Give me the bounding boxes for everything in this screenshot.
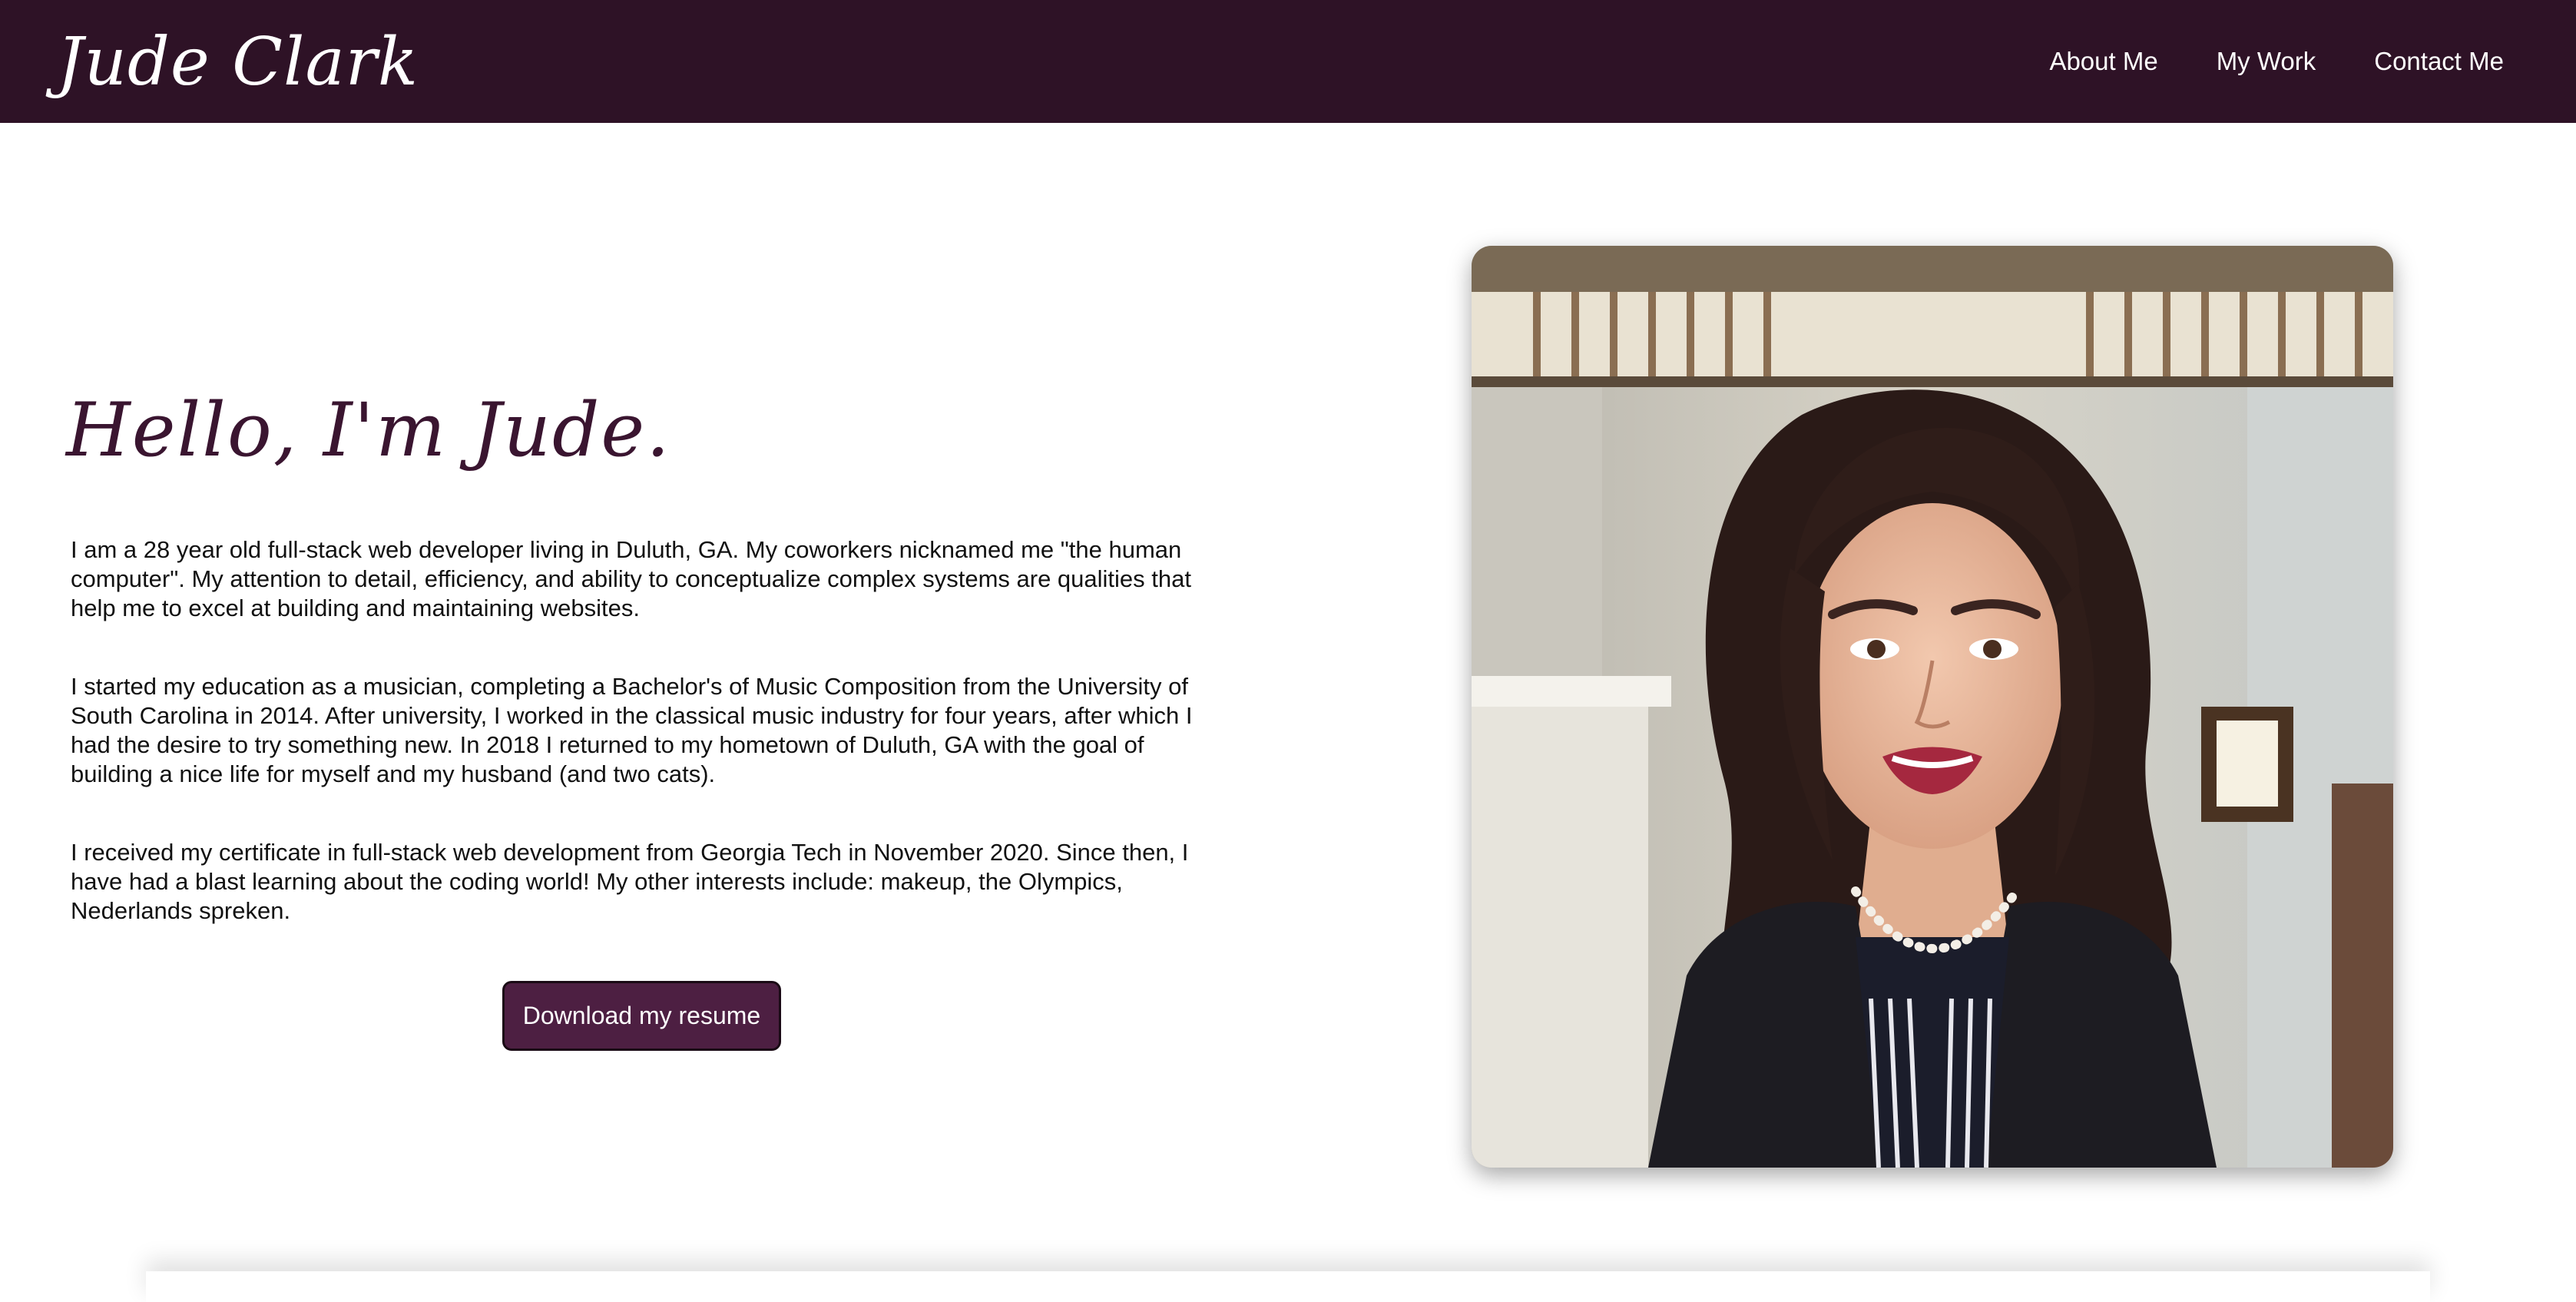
greeting-heading: Hello, I'm Jude.	[66, 387, 671, 473]
site-header: Jude Clark About Me My Work Contact Me	[0, 0, 2576, 123]
nav-link-my-work[interactable]: My Work	[2217, 47, 2316, 76]
nav-link-contact-me[interactable]: Contact Me	[2374, 47, 2504, 76]
bio-text: I am a 28 year old full-stack web develo…	[71, 535, 1223, 975]
download-resume-button[interactable]: Download my resume	[502, 981, 781, 1051]
main-nav: About Me My Work Contact Me	[2049, 0, 2504, 123]
brand-logo[interactable]: Jude Clark	[57, 20, 419, 104]
profile-photo	[1472, 246, 2393, 1168]
nav-link-about-me[interactable]: About Me	[2049, 47, 2157, 76]
bio-paragraph-2: I started my education as a musician, co…	[71, 673, 1193, 787]
bio-paragraph-1: I am a 28 year old full-stack web develo…	[71, 536, 1191, 621]
profile-photo-illustration	[1472, 246, 2393, 1168]
next-section-edge	[146, 1271, 2430, 1302]
bio-paragraph-3: I received my certificate in full-stack …	[71, 839, 1189, 924]
